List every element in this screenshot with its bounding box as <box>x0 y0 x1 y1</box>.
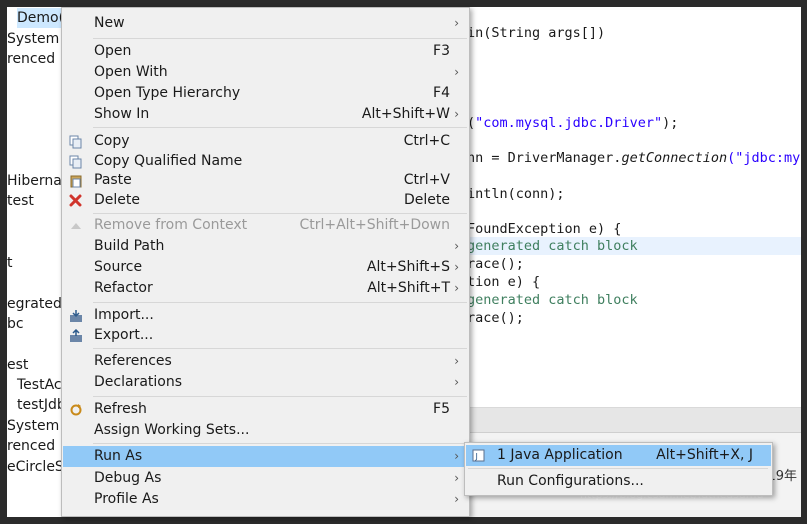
paste-icon <box>68 173 83 188</box>
import-icon <box>68 308 83 323</box>
code-line: intln(conn); <box>467 186 565 202</box>
menu-item-new[interactable]: New › <box>63 13 468 34</box>
tree-item-label: Hiberna <box>7 173 62 189</box>
menu-item-source[interactable]: Source Alt+Shift+S › <box>63 257 468 278</box>
tree-item-label: t <box>7 255 13 271</box>
chevron-right-icon: › <box>454 281 459 295</box>
menu-item-copy[interactable]: Copy Ctrl+C <box>63 131 468 152</box>
chevron-right-icon: › <box>454 492 459 506</box>
export-icon <box>68 328 83 343</box>
tree-item[interactable]: testJdb <box>17 395 66 415</box>
menu-separator <box>93 127 467 128</box>
code-editor[interactable]: in(String args[]) ("com.mysql.jdbc.Drive… <box>467 7 801 407</box>
menu-item-refactor[interactable]: Refactor Alt+Shift+T › <box>63 278 468 299</box>
tree-item[interactable]: est <box>7 355 28 375</box>
chevron-right-icon: › <box>454 65 459 79</box>
copy-qualified-icon <box>68 154 83 169</box>
tree-item-label: est <box>7 357 29 373</box>
copy-icon <box>68 134 83 149</box>
menu-item-debug-as[interactable]: Debug As › <box>63 468 468 489</box>
tree-item[interactable]: System <box>7 416 59 436</box>
menu-item-build-path[interactable]: Build Path › <box>63 236 468 257</box>
tree-item[interactable]: System <box>7 29 59 49</box>
tree-item-label: TestAc <box>17 377 62 393</box>
tree-item-label: System <box>7 31 60 47</box>
menu-item-export[interactable]: Export... <box>63 325 468 346</box>
menu-item-delete[interactable]: Delete Delete <box>63 190 468 211</box>
code-line: generated catch block <box>467 292 638 308</box>
chevron-right-icon: › <box>454 471 459 485</box>
code-line: race(); <box>467 310 524 326</box>
code-line: generated catch block <box>467 237 801 255</box>
menu-separator <box>93 38 467 39</box>
menu-separator <box>93 396 467 397</box>
tree-item[interactable]: bc <box>7 314 24 334</box>
chevron-right-icon: › <box>454 449 459 463</box>
menu-item-remove-from-context: Remove from Context Ctrl+Alt+Shift+Down <box>63 215 468 236</box>
menu-separator <box>468 468 768 469</box>
tree-item-label: test <box>7 193 34 209</box>
menu-separator <box>93 302 467 303</box>
code-line: nn = DriverManager.getConnection("jdbc:m… <box>467 150 801 166</box>
chevron-right-icon: › <box>454 375 459 389</box>
tree-item[interactable]: TestAc <box>17 375 62 395</box>
menu-item-refresh[interactable]: Refresh F5 <box>63 399 468 420</box>
tree-item-label: System <box>7 418 60 434</box>
code-line: tion e) { <box>467 274 541 290</box>
menu-separator <box>93 443 467 444</box>
menu-item-import[interactable]: Import... <box>63 305 468 326</box>
tree-item-label: egrated <box>7 296 62 312</box>
tree-item-label: renced <box>7 438 56 454</box>
tree-item[interactable]: eCircleS <box>7 457 64 477</box>
menu-item-copy-qualified-name[interactable]: Copy Qualified Name <box>63 151 468 172</box>
menu-item-open[interactable]: Open F3 <box>63 41 468 62</box>
menu-item-run-as[interactable]: Run As › <box>63 446 468 467</box>
code-line: FoundException e) { <box>467 221 622 237</box>
refresh-icon <box>68 402 83 417</box>
java-app-icon: J <box>471 448 486 463</box>
tree-item-label: eCircleS <box>7 459 64 475</box>
chevron-right-icon: › <box>454 354 459 368</box>
menu-item-declarations[interactable]: Declarations › <box>63 372 468 393</box>
chevron-right-icon: › <box>454 107 459 121</box>
chevron-right-icon: › <box>454 260 459 274</box>
menu-item-paste[interactable]: Paste Ctrl+V <box>63 170 468 191</box>
menu-item-open-type-hierarchy[interactable]: Open Type Hierarchy F4 <box>63 83 468 104</box>
tree-item[interactable]: Hiberna <box>7 171 62 191</box>
menu-item-assign-working-sets[interactable]: Assign Working Sets... <box>63 420 468 441</box>
tree-item-label: bc <box>7 316 24 332</box>
run-as-submenu: J 1 Java Application Alt+Shift+X, J Run … <box>464 442 773 496</box>
tree-item-label: Demo( <box>17 10 65 26</box>
code-line: in(String args[]) <box>467 25 606 41</box>
svg-text:J: J <box>475 452 478 461</box>
menu-item-run-configurations[interactable]: Run Configurations... <box>466 471 771 492</box>
code-line: ("com.mysql.jdbc.Driver"); <box>467 115 679 131</box>
context-menu: New › Open F3 Open With › Open Type Hier… <box>61 7 470 517</box>
tree-item[interactable]: renced <box>7 49 55 69</box>
menu-separator <box>93 213 467 214</box>
code-line: race(); <box>467 256 524 272</box>
chevron-right-icon: › <box>454 16 459 30</box>
menu-item-profile-as[interactable]: Profile As › <box>63 489 468 510</box>
menu-separator <box>93 348 467 349</box>
tree-item[interactable]: Demo( <box>17 8 65 28</box>
tree-item[interactable]: test <box>7 191 34 211</box>
chevron-right-icon: › <box>454 239 459 253</box>
remove-context-icon <box>68 218 83 233</box>
tree-item-label: renced <box>7 51 56 67</box>
menu-item-show-in[interactable]: Show In Alt+Shift+W › <box>63 104 468 125</box>
menu-item-java-application[interactable]: J 1 Java Application Alt+Shift+X, J <box>466 445 771 466</box>
tree-item[interactable]: renced <box>7 436 55 456</box>
tree-item-label: testJdb <box>17 397 66 413</box>
delete-x-icon <box>68 193 83 208</box>
menu-item-open-with[interactable]: Open With › <box>63 62 468 83</box>
tree-item[interactable]: egrated <box>7 294 62 314</box>
package-explorer: Demo( System renced Hiberna test t egrat… <box>7 7 67 517</box>
tree-item[interactable]: t <box>7 253 13 273</box>
menu-item-references[interactable]: References › <box>63 351 468 372</box>
